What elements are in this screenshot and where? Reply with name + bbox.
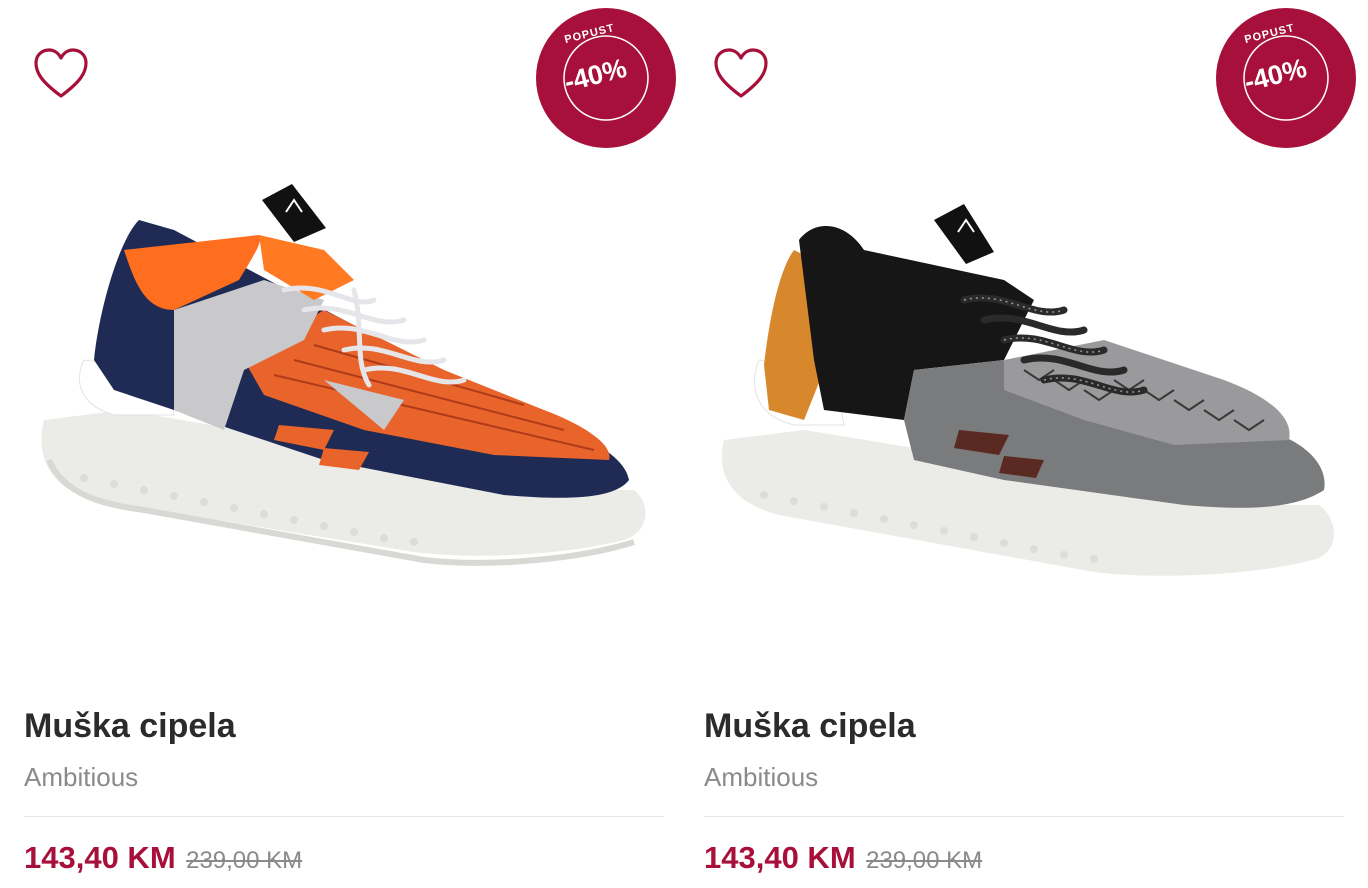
product-title[interactable]: Muška cipela	[704, 706, 916, 746]
wishlist-heart-icon[interactable]	[712, 46, 770, 102]
current-price: 143,40 KM	[704, 840, 856, 875]
divider	[24, 816, 664, 817]
wishlist-heart-icon[interactable]	[32, 46, 90, 102]
discount-badge: POPUST -40%	[1216, 8, 1356, 148]
product-image[interactable]	[24, 160, 664, 620]
product-card[interactable]: POPUST -40% Muška cipela Ambitious 143,4…	[704, 0, 1356, 888]
current-price: 143,40 KM	[24, 840, 176, 875]
price-row: 143,40 KM 239,00 KM	[704, 838, 982, 884]
divider	[704, 816, 1344, 817]
product-brand: Ambitious	[704, 762, 819, 792]
product-title[interactable]: Muška cipela	[24, 706, 236, 746]
discount-badge: POPUST -40%	[536, 8, 676, 148]
price-row: 143,40 KM 239,00 KM	[24, 838, 302, 884]
product-brand: Ambitious	[24, 762, 139, 792]
old-price: 239,00 KM	[186, 847, 303, 874]
product-card[interactable]: POPUST -40% Muška cipela Ambitious 143,4…	[24, 0, 676, 888]
old-price: 239,00 KM	[866, 847, 983, 874]
product-image[interactable]	[704, 160, 1344, 620]
